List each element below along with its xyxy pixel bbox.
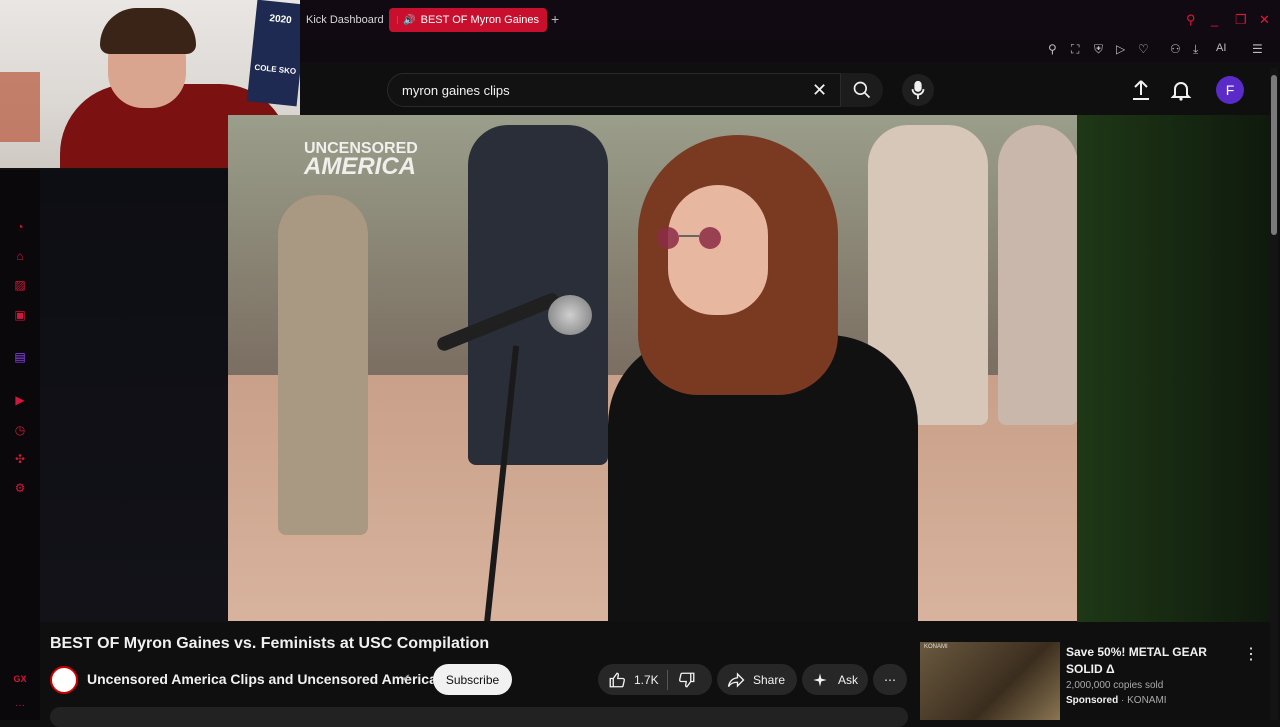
scrollbar-thumb[interactable]: [1271, 75, 1277, 235]
tab-kick-dashboard[interactable]: Kick Dashboard: [298, 8, 384, 32]
more-actions-button[interactable]: ⋯: [873, 664, 907, 695]
menu-icon[interactable]: ☰: [1252, 42, 1263, 56]
close-icon[interactable]: ✕: [812, 80, 827, 101]
bystander: [278, 195, 368, 535]
heart-icon[interactable]: ♡: [1138, 42, 1149, 56]
extensions-icon[interactable]: ✣: [13, 452, 27, 466]
share-icon: [727, 671, 745, 688]
new-tab-button[interactable]: +: [551, 11, 559, 27]
video-player[interactable]: [228, 115, 1078, 621]
minimize-icon[interactable]: _: [1211, 12, 1218, 27]
account-avatar[interactable]: F: [1216, 76, 1244, 104]
more-icon[interactable]: ···: [13, 699, 27, 713]
wall-art: [0, 72, 40, 142]
wall-poster: 2020 COLE SKO: [246, 0, 300, 107]
ad-meta: 2,000,000 copies sold: [1066, 680, 1164, 691]
like-button[interactable]: 1.7K: [598, 671, 659, 689]
tab-youtube-video[interactable]: 🔊 BEST OF Myron Gaines: [389, 8, 547, 32]
speaker-icon[interactable]: 🔊: [403, 15, 415, 26]
video-title: BEST OF Myron Gaines vs. Feminists at US…: [50, 635, 490, 652]
settings-icon[interactable]: ⚙: [13, 481, 27, 495]
shield-icon[interactable]: ⛨: [1094, 42, 1103, 57]
ad-sponsor-line: Sponsored · KONAMI: [1066, 695, 1167, 706]
streamer-hair: [100, 8, 196, 54]
close-window-icon[interactable]: ✕: [1259, 12, 1270, 28]
microphone-head: [548, 295, 592, 335]
sunglasses: [657, 227, 721, 249]
ad-title[interactable]: Save 50%! METAL GEAR SOLID Δ: [1066, 644, 1236, 678]
subscribe-button[interactable]: Subscribe: [433, 664, 512, 695]
ad-thumb-tag: KONAMI: [924, 644, 948, 650]
search-button[interactable]: [841, 73, 883, 107]
youtube-favicon-icon: [397, 16, 399, 24]
gx-control-icon[interactable]: ▨: [13, 278, 27, 292]
upload-icon: [1133, 80, 1149, 100]
pin-icon[interactable]: ⚲: [1048, 42, 1057, 56]
download-icon[interactable]: ⤓: [1193, 42, 1198, 57]
ad-menu-icon[interactable]: ⋮: [1243, 644, 1259, 664]
play-icon[interactable]: ▷: [1116, 42, 1125, 56]
search-query: myron gaines clips: [402, 82, 510, 98]
ask-label: Ask: [838, 672, 859, 687]
history-icon[interactable]: ◷: [13, 423, 27, 437]
browser-sidebar: ◔ ⌂ ▨ ▣ ▤ ▶ ◷ ✣ ⚙ GX ···: [0, 170, 40, 720]
dislike-button[interactable]: [678, 671, 696, 689]
like-count: 1.7K: [634, 672, 659, 687]
profile-icon[interactable]: ⚇: [1170, 42, 1181, 56]
tab-label: Kick Dashboard: [306, 14, 384, 26]
channel-avatar[interactable]: [50, 666, 78, 694]
poster-year: 2020: [268, 13, 293, 27]
like-dislike-group: 1.7K: [598, 664, 712, 695]
like-divider: [666, 669, 668, 690]
share-label: Share: [753, 672, 786, 687]
ai-button[interactable]: AI: [1216, 42, 1226, 54]
notifications-button[interactable]: [1169, 78, 1193, 102]
ai-label: AI: [1216, 42, 1227, 54]
search-input[interactable]: myron gaines clips: [387, 73, 841, 107]
more-icon: ⋯: [884, 672, 896, 687]
ask-button[interactable]: Ask: [802, 664, 868, 695]
restore-icon[interactable]: ❐: [1235, 12, 1247, 28]
verified-icon: ✔: [402, 673, 411, 684]
search-icon: [853, 81, 871, 99]
poster-name: COLE SKO: [254, 62, 297, 77]
channel-watermark: UNCENSORED AMERICA: [304, 140, 418, 180]
upload-button[interactable]: [1129, 78, 1153, 102]
gx-logo-icon[interactable]: GX: [13, 672, 27, 686]
subscribe-label: Subscribe: [445, 672, 500, 687]
speed-dial-icon[interactable]: ◔: [13, 220, 27, 234]
player-icon[interactable]: ▶: [13, 393, 27, 407]
description-box[interactable]: [50, 707, 908, 727]
tab-label: BEST OF Myron Gaines: [420, 14, 539, 26]
avatar-letter: F: [1225, 82, 1235, 98]
player-letterbox-right: [1077, 115, 1270, 622]
search-icon[interactable]: ⚲: [1186, 12, 1196, 28]
bystander: [468, 125, 608, 465]
screenshot-icon[interactable]: ⛶: [1071, 42, 1079, 57]
player-letterbox-left: [40, 170, 228, 622]
music-player-icon[interactable]: ▣: [13, 308, 27, 322]
microphone-icon: [911, 80, 925, 100]
voice-search-button[interactable]: [902, 74, 934, 106]
channel-name[interactable]: Uncensored America Clips and Uncensored …: [87, 671, 437, 687]
share-button[interactable]: Share: [717, 664, 797, 695]
ad-thumbnail[interactable]: KONAMI: [920, 642, 1060, 720]
extension-toolbar: ⚲ ⛶ ⛨ ▷ ♡ ⚇ ⤓ AI ☰: [300, 40, 1280, 62]
sponsored-label: Sponsored: [1066, 695, 1119, 706]
bell-icon: [1170, 82, 1192, 101]
ad-advertiser: KONAMI: [1127, 695, 1167, 706]
thumbs-down-icon: [678, 672, 695, 687]
gx-corner-icon[interactable]: ⌂: [13, 249, 27, 263]
twitch-icon[interactable]: ▤: [13, 350, 27, 364]
sparkle-icon: [813, 672, 827, 687]
watermark-line2: AMERICA: [304, 153, 416, 180]
bystander: [998, 125, 1078, 425]
thumbs-up-icon: [609, 672, 625, 687]
